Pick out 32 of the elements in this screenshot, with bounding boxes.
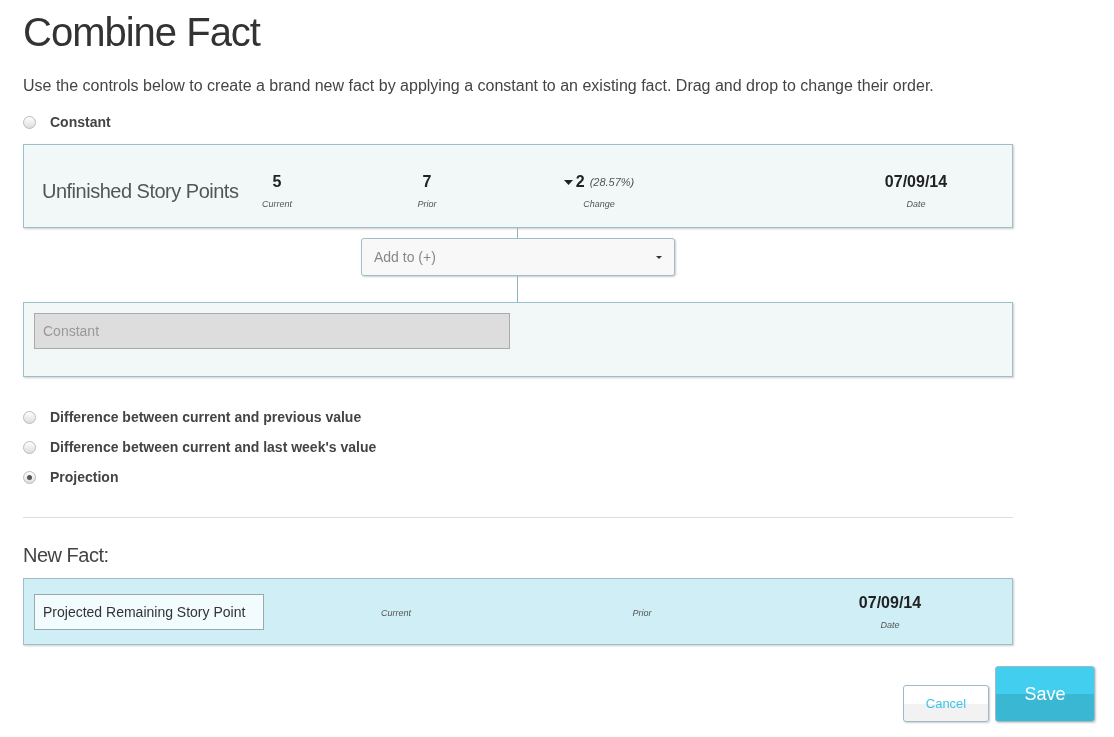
option-label: Difference between current and previous value (50, 407, 362, 427)
radio-button[interactable] (23, 410, 36, 424)
stat-label: Date (906, 198, 926, 212)
option-label: Difference between current and last week's value (50, 437, 377, 457)
stat-label: Date (880, 618, 900, 632)
stat-value: 07/09/14 (884, 172, 948, 193)
operator-dropdown[interactable]: Add to (+) (361, 238, 675, 276)
change-percent: (28.57%) (589, 175, 635, 190)
stat-value: 7 (422, 172, 432, 193)
constant-field[interactable]: Constant (34, 313, 510, 349)
save-button[interactable]: Save (995, 666, 1095, 722)
radio-button[interactable] (23, 470, 36, 484)
section-heading: New Fact: (23, 543, 110, 568)
stat-value: 2 (575, 172, 585, 193)
fact-name: Unfinished Story Points (42, 179, 240, 204)
caret-icon (656, 255, 662, 259)
stat-label: Prior (632, 606, 652, 620)
stat-label: Prior (417, 198, 437, 212)
cancel-button[interactable]: Cancel (903, 685, 989, 722)
description: Use the controls below to create a brand new fact by applying a constant to an existing fact. Drag and drop to change their order. (23, 76, 935, 96)
stat-value: 5 (272, 172, 282, 193)
option-label: Projection (50, 467, 119, 487)
stat-label: Current (262, 198, 292, 212)
radio-button[interactable] (23, 440, 36, 454)
radio-button[interactable] (23, 115, 36, 129)
down-triangle-icon (563, 179, 573, 185)
stat-label: Current (381, 606, 411, 620)
fact-name-field[interactable]: Projected Remaining Story Point (34, 593, 264, 630)
page-title: Combine Fact (23, 12, 262, 52)
stat-value: 07/09/14 (858, 592, 922, 613)
option-label: Constant (50, 112, 111, 132)
stat-label: Change (583, 198, 615, 212)
